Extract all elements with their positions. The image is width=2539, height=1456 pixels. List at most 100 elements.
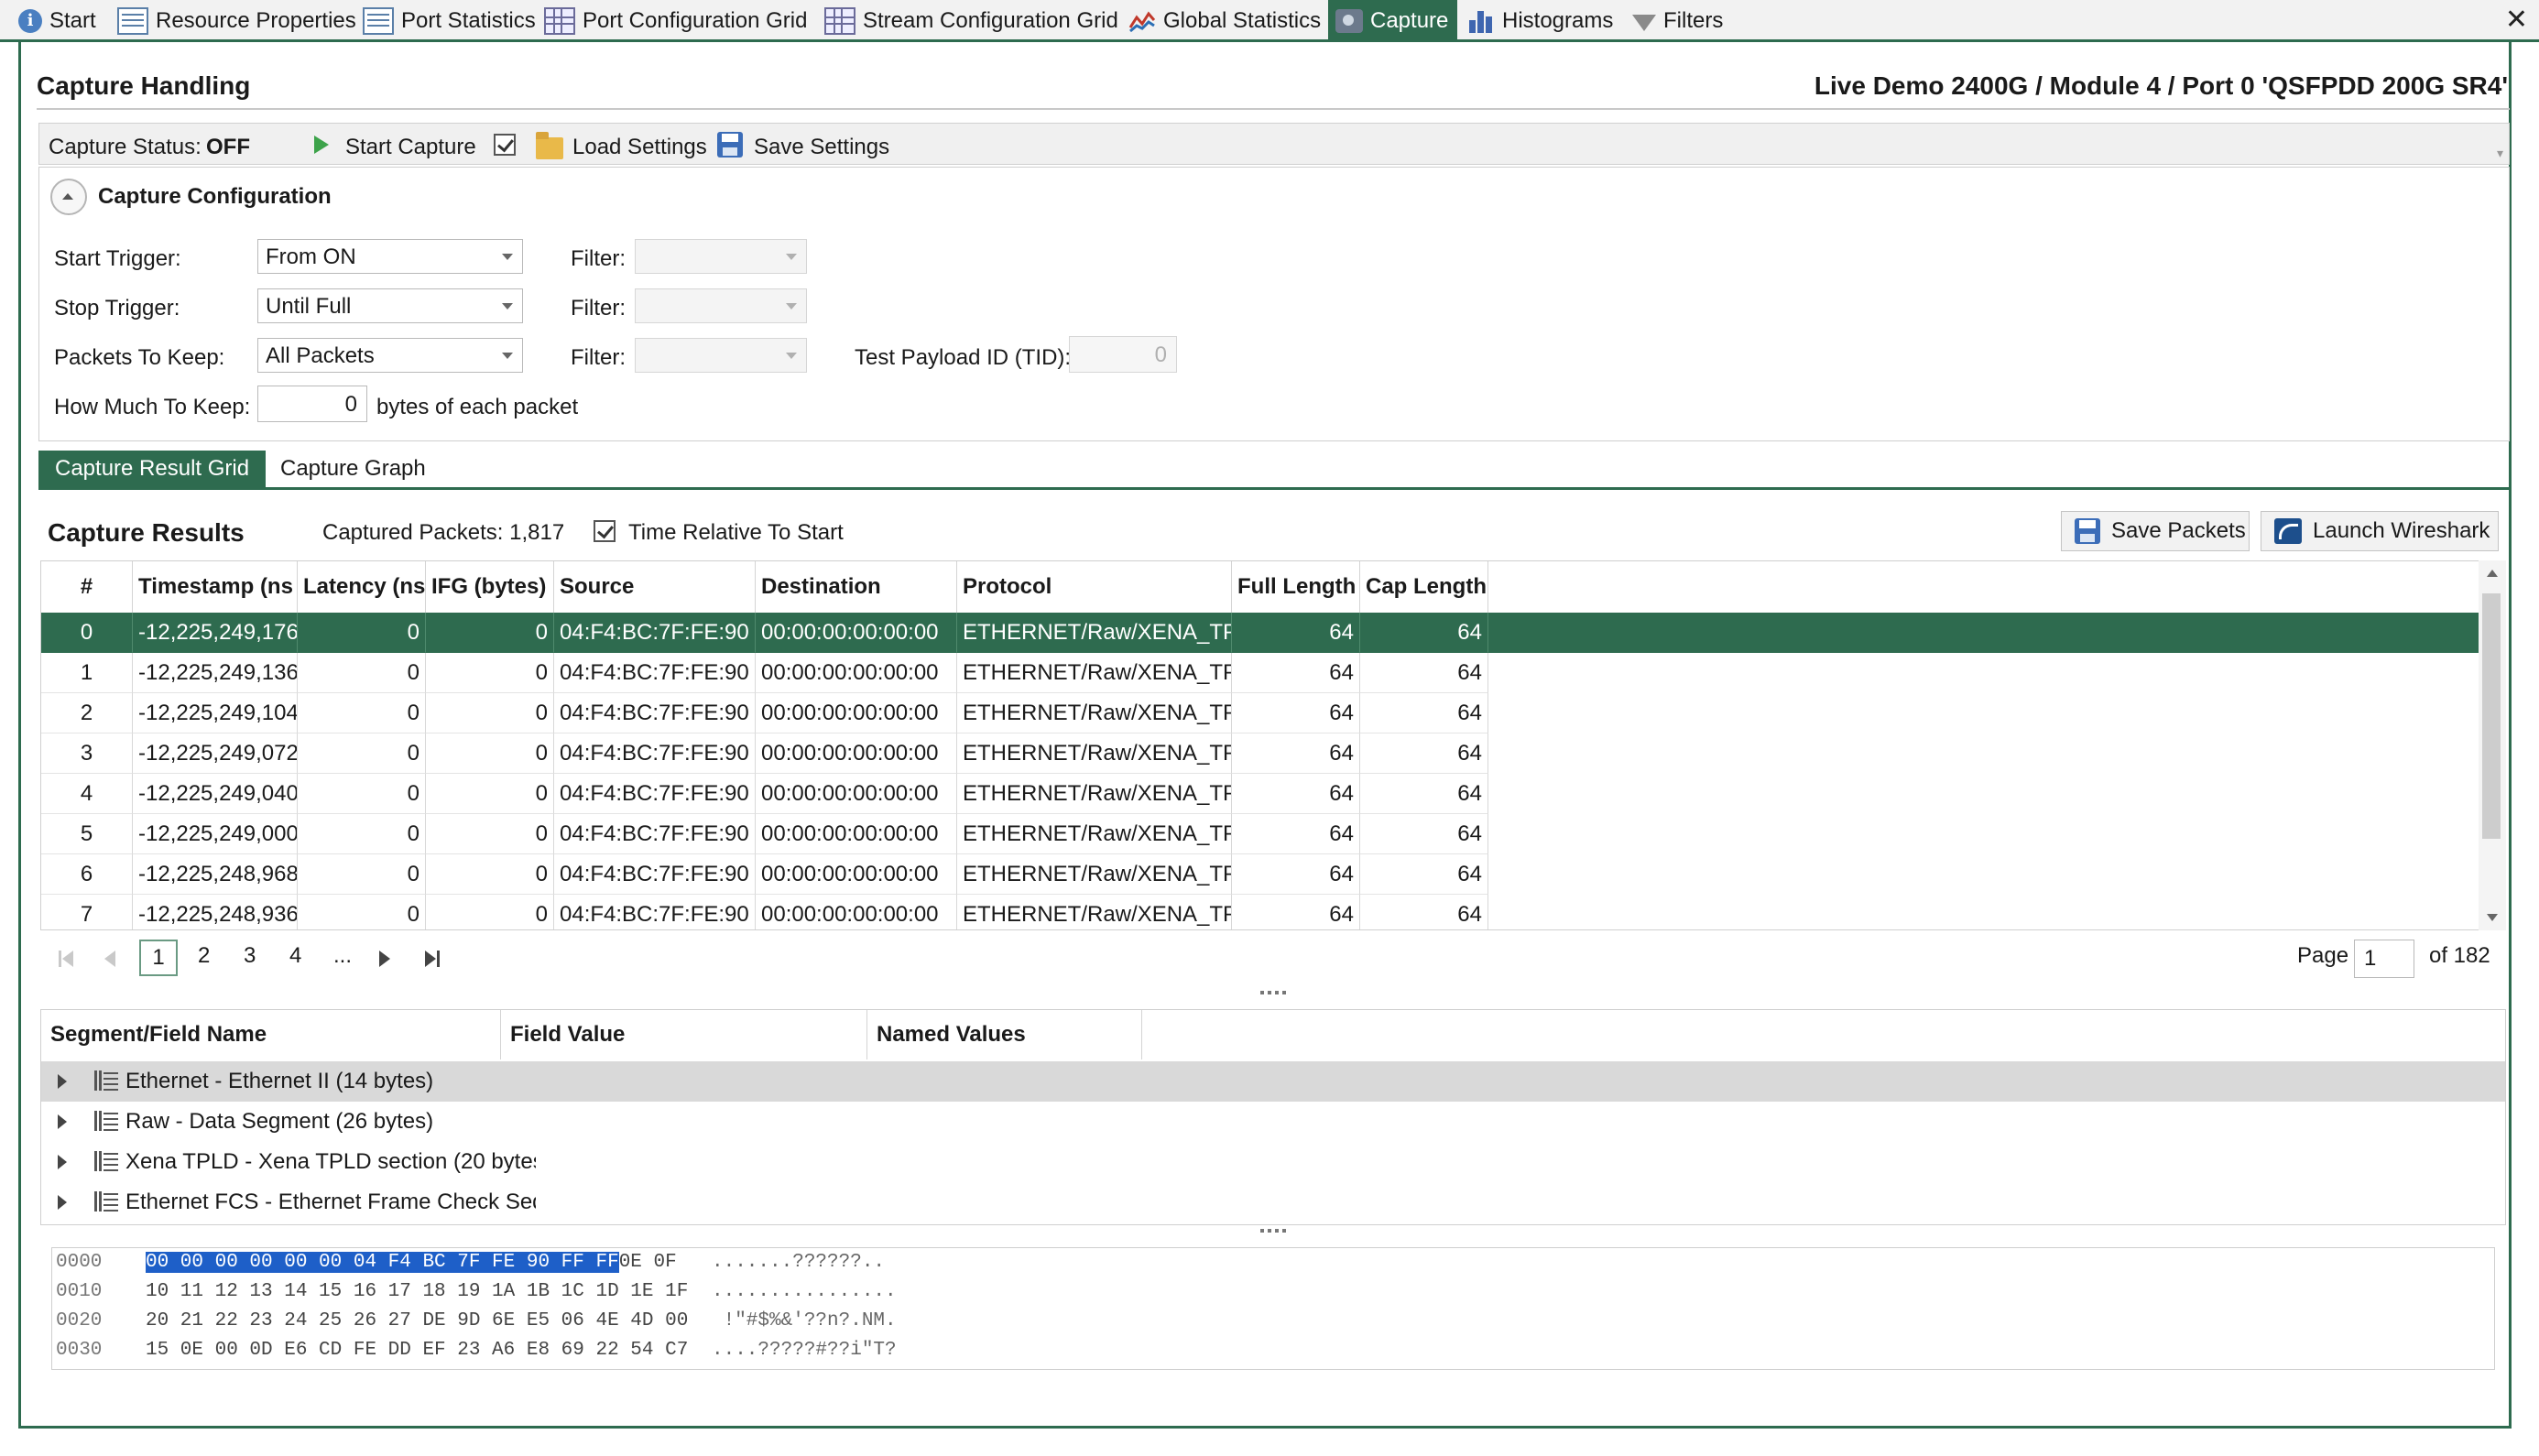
chevron-down-icon [786,254,797,260]
page-3-button[interactable]: 3 [244,943,256,969]
timestamp-cell: -12,225,249,040 [133,774,298,814]
expand-icon[interactable] [58,1074,67,1089]
last-page-icon[interactable] [425,951,436,967]
tab-histograms[interactable]: Histograms [1467,0,1613,42]
collapse-icon[interactable] [50,179,87,215]
tree-row-ethernet-fcs[interactable]: Ethernet FCS - Ethernet Frame Check Sequ… [41,1182,2505,1222]
first-page-icon[interactable] [62,951,73,967]
tab-resource-properties[interactable]: Resource Properties [117,0,356,42]
table-row[interactable]: 5 -12,225,249,000 0 0 04:F4:BC:7F:FE:90 00:00… [41,814,2481,854]
tree-row-ethernet[interactable]: Ethernet - Ethernet II (14 bytes) [41,1061,2505,1102]
scroll-up-icon[interactable] [2487,570,2498,577]
chevron-down-icon [502,353,513,359]
table-row[interactable]: 1 -12,225,249,136 0 0 04:F4:BC:7F:FE:90 00:00… [41,653,2481,693]
ifg-cell: 0 [426,693,554,733]
column-header[interactable]: Field Value [501,1010,867,1059]
column-header[interactable]: Timestamp (ns [133,561,298,613]
hex-dump[interactable]: 0000 00 00 00 00 00 00 04 F4 BC 7F FE 90… [51,1247,2495,1370]
splitter-handle[interactable] [1260,991,1286,994]
table-row[interactable]: 7 -12,225,248,936 0 0 04:F4:BC:7F:FE:90 00:00… [41,895,2481,929]
tab-capture[interactable]: Capture [1328,0,1458,42]
start-filter-select[interactable] [635,239,807,274]
tab-port-statistics[interactable]: Port Statistics [363,0,536,42]
tree-row-xena-tpld[interactable]: Xena TPLD - Xena TPLD section (20 bytes) [41,1142,2505,1182]
table-row[interactable]: 3 -12,225,249,072 0 0 04:F4:BC:7F:FE:90 00:00… [41,733,2481,774]
line-graph-icon [1128,9,1156,33]
scrollbar-thumb[interactable] [2482,593,2501,839]
stop-trigger-select[interactable]: Until Full [257,288,523,323]
expand-icon[interactable] [58,1114,67,1129]
column-header[interactable]: Protocol [957,561,1232,613]
close-icon[interactable]: ✕ [2505,4,2528,36]
packets-filter-select[interactable] [635,338,807,373]
start-trigger-label: Start Trigger: [54,246,181,271]
column-header[interactable]: # [41,561,133,613]
source-cell: 04:F4:BC:7F:FE:90 [554,814,756,854]
next-page-icon[interactable] [379,951,390,967]
page-2-button[interactable]: 2 [198,943,210,969]
column-header[interactable]: Segment/Field Name [41,1010,501,1059]
hex-offset: 0020 [56,1310,103,1331]
table-row[interactable]: 6 -12,225,248,968 0 0 04:F4:BC:7F:FE:90 00:00… [41,854,2481,895]
column-header[interactable]: Named Values [867,1010,1142,1059]
scroll-down-icon[interactable] [2487,914,2498,921]
table-row[interactable]: 2 -12,225,249,104 0 0 04:F4:BC:7F:FE:90 00:00… [41,693,2481,733]
hex-bytes: 15 0E 00 0D E6 CD FE DD EF 23 A6 E8 69 2… [146,1340,689,1361]
column-header[interactable]: Destination [756,561,957,613]
column-header[interactable]: Full Length [1232,561,1360,613]
tab-start[interactable]: i Start [18,0,96,42]
row-index: 6 [41,854,133,895]
tree-row-raw[interactable]: Raw - Data Segment (26 bytes) [41,1102,2505,1142]
toolbar-overflow-icon[interactable]: ▾ [2497,146,2503,161]
tab-filters[interactable]: Filters [1632,0,1723,42]
table-row[interactable]: 4 -12,225,249,040 0 0 04:F4:BC:7F:FE:90 00:00… [41,774,2481,814]
column-header[interactable]: Cap Length [1360,561,1488,613]
port-path: Live Demo 2400G / Module 4 / Port 0 'QSF… [1814,71,2508,100]
tab-global-statistics[interactable]: Global Statistics [1128,0,1321,42]
time-relative-checkbox[interactable] [594,520,616,542]
page-4-button[interactable]: 4 [289,943,301,969]
ifg-cell: 0 [426,733,554,774]
latency-cell: 0 [298,774,426,814]
stop-filter-select[interactable] [635,288,807,323]
latency-cell: 0 [298,733,426,774]
segment-icon [94,1151,118,1171]
prev-page-icon[interactable] [104,951,115,967]
expand-icon[interactable] [58,1195,67,1210]
hex-selection[interactable]: 00 00 00 00 00 00 04 F4 BC 7F FE 90 FF F… [146,1252,619,1273]
save-packets-label: Save Packets [2111,518,2246,543]
packets-to-keep-select[interactable]: All Packets [257,338,523,373]
page-total: of 182 [2429,943,2490,968]
column-header[interactable]: Latency (ns [298,561,426,613]
tab-capture-graph[interactable]: Capture Graph [264,451,442,487]
column-header[interactable]: Source [554,561,756,613]
start-capture-checkbox[interactable] [494,134,516,156]
start-arrow-icon [314,136,329,154]
page-1-button[interactable]: 1 [139,940,178,976]
splitter-handle[interactable] [1260,1229,1286,1233]
table-row[interactable]: 0 -12,225,249,176 0 0 04:F4:BC:7F:FE:90 00:00… [41,613,2481,653]
save-packets-button[interactable]: Save Packets [2061,511,2250,551]
column-header[interactable]: IFG (bytes) [426,561,554,613]
tid-label: Test Payload ID (TID): [855,345,1072,370]
bytes-to-keep-input[interactable]: 0 [257,386,367,422]
stop-trigger-value: Until Full [266,294,352,319]
filter-label: Filter: [571,296,626,321]
tab-stream-configuration-grid[interactable]: Stream Configuration Grid [824,0,1118,42]
save-settings-button[interactable]: Save Settings [754,135,889,160]
start-capture-button[interactable]: Start Capture [345,135,476,160]
page-number-input[interactable]: 1 [2354,940,2414,978]
tid-input[interactable]: 0 [1069,336,1177,373]
row-index: 1 [41,653,133,693]
full-length-cell: 64 [1232,733,1360,774]
launch-wireshark-button[interactable]: Launch Wireshark [2261,511,2499,551]
full-length-cell: 64 [1232,814,1360,854]
start-trigger-select[interactable]: From ON [257,239,523,274]
tab-port-configuration-grid[interactable]: Port Configuration Grid [544,0,807,42]
page-ellipsis-button[interactable]: ... [333,943,352,969]
timestamp-cell: -12,225,249,136 [133,653,298,693]
load-settings-button[interactable]: Load Settings [572,135,707,160]
tab-capture-result-grid[interactable]: Capture Result Grid [38,451,267,487]
chevron-down-icon [786,303,797,310]
expand-icon[interactable] [58,1155,67,1169]
